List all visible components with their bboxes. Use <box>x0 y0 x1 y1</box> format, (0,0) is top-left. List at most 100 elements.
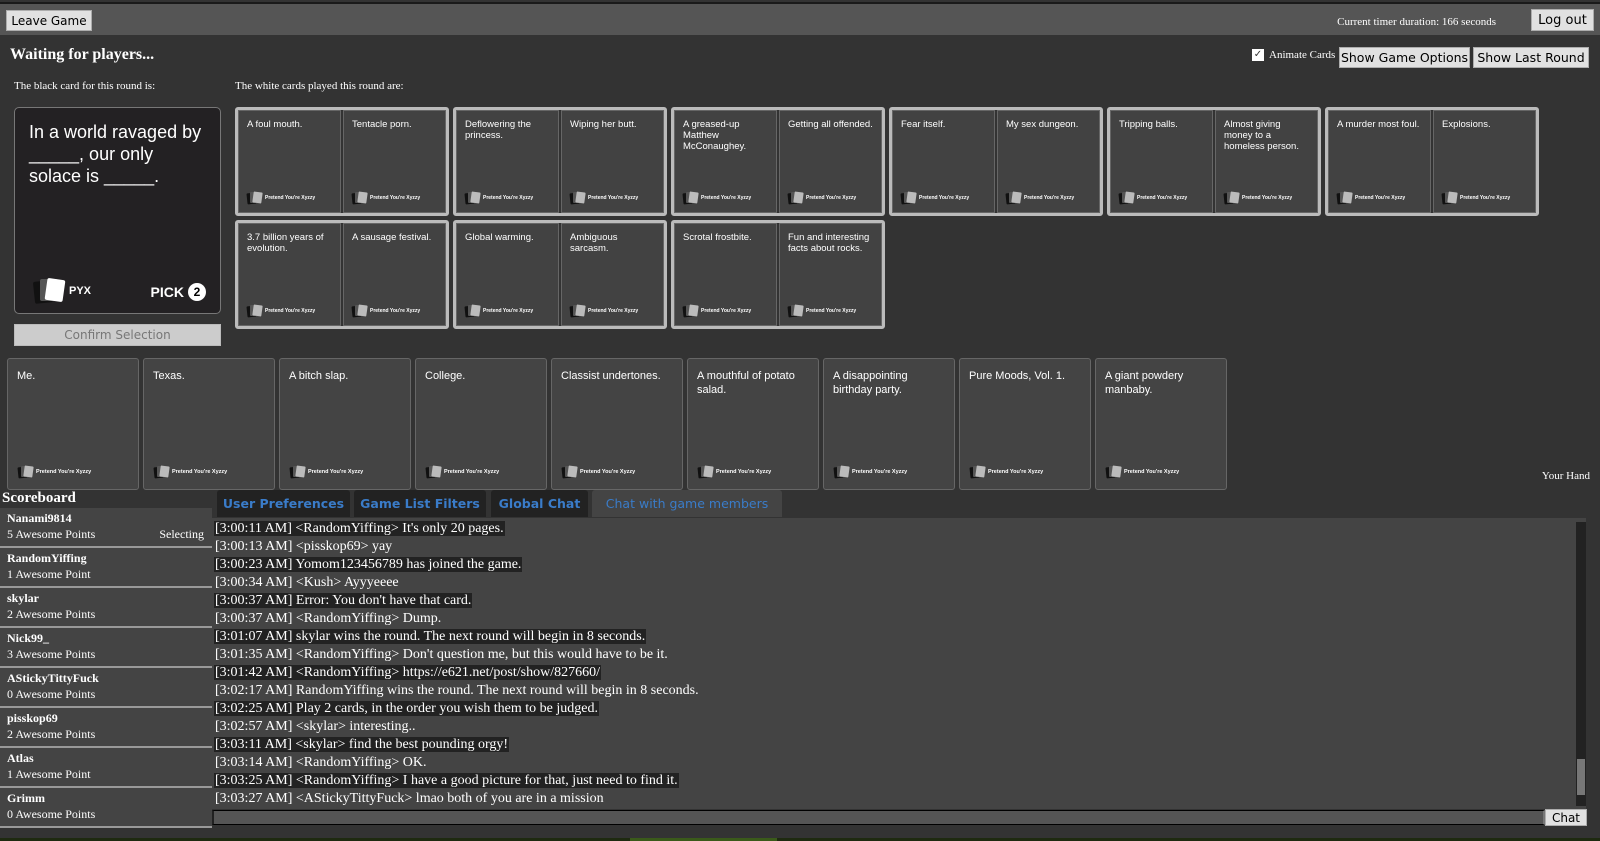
played-white-card[interactable]: A murder most foul. Pretend You're Xyzzy <box>1328 110 1431 213</box>
player-name: Nick99_ <box>7 631 49 645</box>
chat-scrollbar[interactable] <box>1576 522 1586 806</box>
card-footer: Pretend You're Xyzzy <box>787 304 856 318</box>
card-footer-text: Pretend You're Xyzzy <box>1460 194 1511 201</box>
hand-card[interactable]: A disappointing birthday party. Pretend Y… <box>823 358 955 490</box>
card-footer: Pretend You're Xyzzy <box>1005 191 1074 205</box>
hand-card[interactable]: Me. Pretend You're Xyzzy <box>7 358 139 490</box>
card-footer: Pretend You're Xyzzy <box>289 465 363 479</box>
played-card-group[interactable]: Global warming. Pretend You're Xyzzy Ambig… <box>453 220 667 329</box>
played-white-card[interactable]: Getting all offended. Pretend You're Xyzz… <box>779 110 882 213</box>
card-deck-icon <box>1441 191 1458 205</box>
chat-message-text: [3:01:42 AM] <RandomYiffing> https://e62… <box>214 665 601 680</box>
show-game-options-button[interactable]: Show Game Options <box>1339 47 1470 68</box>
brand-label: PYX <box>69 285 92 297</box>
played-white-card[interactable]: A greased-up Matthew McConaughey. Pretend… <box>674 110 777 213</box>
hand-card[interactable]: A giant powdery manbaby. Pretend You're X… <box>1095 358 1227 490</box>
leave-game-button[interactable]: Leave Game <box>6 10 92 31</box>
chat-message: [3:03:11 AM] <skylar> find the best poun… <box>212 736 1586 754</box>
pyx-logo: PYX <box>32 277 92 304</box>
played-white-card[interactable]: Global warming. Pretend You're Xyzzy <box>456 223 559 326</box>
played-white-card[interactable]: Almost giving money to a homeless person… <box>1215 110 1318 213</box>
played-white-card[interactable]: Tentacle porn. Pretend You're Xyzzy <box>343 110 446 213</box>
played-card-group[interactable]: 3.7 billion years of evolution. Pretend Y… <box>235 220 449 329</box>
played-white-card[interactable]: Deflowering the princess. Pretend You're … <box>456 110 559 213</box>
logout-button[interactable]: Log out <box>1531 9 1594 31</box>
hand-card[interactable]: Texas. Pretend You're Xyzzy <box>143 358 275 490</box>
chat-message-text: [3:03:14 AM] <RandomYiffing> OK. <box>215 755 427 770</box>
card-deck-icon <box>32 277 66 304</box>
played-white-card[interactable]: A sausage festival. Pretend You're Xyzzy <box>343 223 446 326</box>
card-text: Wiping her butt. <box>570 119 637 130</box>
player-points: 1 Awesome Point <box>7 767 91 781</box>
card-deck-icon <box>569 191 586 205</box>
player-name: pisskop69 <box>7 711 58 725</box>
card-text: Tripping balls. <box>1119 119 1178 130</box>
card-deck-icon <box>569 304 586 318</box>
chat-message-text: [3:00:23 AM] Yomom123456789 has joined t… <box>214 557 523 572</box>
card-footer-text: Pretend You're Xyzzy <box>988 469 1044 475</box>
hand-card[interactable]: College. Pretend You're Xyzzy <box>415 358 547 490</box>
chat-message: [3:00:23 AM] Yomom123456789 has joined t… <box>212 556 1586 574</box>
scoreboard-row: skylar 2 Awesome Points <box>0 588 212 628</box>
chat-message: [3:02:25 AM] Play 2 cards, in the order … <box>212 700 1586 718</box>
tab-game-list-filters[interactable]: Game List Filters <box>354 490 486 517</box>
card-deck-icon <box>153 465 170 479</box>
card-deck-icon <box>900 191 917 205</box>
card-deck-icon <box>1336 191 1353 205</box>
chat-message: [3:01:07 AM] skylar wins the round. The … <box>212 628 1586 646</box>
chat-message-text: [3:03:11 AM] <skylar> find the best poun… <box>214 737 510 752</box>
played-card-group[interactable]: Deflowering the princess. Pretend You're … <box>453 107 667 216</box>
scoreboard-row: Grimm 0 Awesome Points <box>0 788 212 828</box>
card-footer-text: Pretend You're Xyzzy <box>265 194 316 201</box>
chat-message: [3:01:42 AM] <RandomYiffing> https://e62… <box>212 664 1586 682</box>
checkbox-icon[interactable]: ✓ <box>1252 49 1264 61</box>
played-white-card[interactable]: 3.7 billion years of evolution. Pretend Y… <box>238 223 341 326</box>
played-card-group[interactable]: A foul mouth. Pretend You're Xyzzy Tentacl… <box>235 107 449 216</box>
card-footer: Pretend You're Xyzzy <box>153 465 227 479</box>
played-white-card[interactable]: Tripping balls. Pretend You're Xyzzy <box>1110 110 1213 213</box>
chat-send-button[interactable]: Chat <box>1545 809 1587 826</box>
played-white-card[interactable]: Fun and interesting facts about rocks. Pr… <box>779 223 882 326</box>
confirm-selection-button[interactable]: Confirm Selection <box>14 324 221 346</box>
played-white-card[interactable]: Wiping her butt. Pretend You're Xyzzy <box>561 110 664 213</box>
played-card-group[interactable]: A greased-up Matthew McConaughey. Pretend… <box>671 107 885 216</box>
tab-global-chat[interactable]: Global Chat <box>491 490 588 517</box>
card-text: Explosions. <box>1442 119 1491 130</box>
player-name: AStickyTittyFuck <box>7 671 99 685</box>
card-text: A greased-up Matthew McConaughey. <box>683 119 747 152</box>
card-footer: Pretend You're Xyzzy <box>900 191 970 205</box>
played-white-card[interactable]: Ambiguous sarcasm. Pretend You're Xyzzy <box>561 223 664 326</box>
chat-message: [3:03:14 AM] <RandomYiffing> OK. <box>212 754 1586 772</box>
played-card-group[interactable]: Fear itself. Pretend You're Xyzzy My sex d… <box>889 107 1103 216</box>
played-white-card[interactable]: Fear itself. Pretend You're Xyzzy <box>892 110 995 213</box>
card-text: My sex dungeon. <box>1006 119 1079 130</box>
played-card-group[interactable]: Scrotal frostbite. Pretend You're Xyzzy Fu… <box>671 220 885 329</box>
hand-card[interactable]: Classist undertones. Pretend You're Xyzzy <box>551 358 683 490</box>
scrollbar-thumb[interactable] <box>1577 759 1585 795</box>
animate-cards-label: Animate Cards <box>1269 49 1336 61</box>
card-footer-text: Pretend You're Xyzzy <box>919 194 970 201</box>
card-deck-icon <box>246 304 263 318</box>
show-last-round-button[interactable]: Show Last Round <box>1473 47 1589 68</box>
played-card-group[interactable]: A murder most foul. Pretend You're Xyzzy E… <box>1325 107 1539 216</box>
card-footer: Pretend You're Xyzzy <box>682 304 751 318</box>
tab-user-preferences[interactable]: User Preferences <box>217 490 350 517</box>
chat-message: [3:00:13 AM] <pisskop69> yay <box>212 538 1586 556</box>
card-footer-text: Pretend You're Xyzzy <box>716 469 772 475</box>
hand-card[interactable]: Pure Moods, Vol. 1. Pretend You're Xyzzy <box>959 358 1091 490</box>
card-deck-icon <box>697 465 714 479</box>
played-white-card[interactable]: My sex dungeon. Pretend You're Xyzzy <box>997 110 1100 213</box>
tab-chat-with-game-members[interactable]: Chat with game members <box>592 490 782 517</box>
played-white-card[interactable]: A foul mouth. Pretend You're Xyzzy <box>238 110 341 213</box>
card-text: Global warming. <box>465 232 534 243</box>
chat-input[interactable] <box>212 810 1545 825</box>
hand-card[interactable]: A bitch slap. Pretend You're Xyzzy <box>279 358 411 490</box>
hand-card[interactable]: A mouthful of potato salad. Pretend You'r… <box>687 358 819 490</box>
card-footer-text: Pretend You're Xyzzy <box>588 194 639 201</box>
animate-cards-toggle[interactable]: ✓ Animate Cards <box>1252 49 1335 61</box>
played-card-group[interactable]: Tripping balls. Pretend You're Xyzzy Almos… <box>1107 107 1321 216</box>
played-white-card[interactable]: Explosions. Pretend You're Xyzzy <box>1433 110 1536 213</box>
played-white-card[interactable]: Scrotal frostbite. Pretend You're Xyzzy <box>674 223 777 326</box>
card-footer: Pretend You're Xyzzy <box>1223 191 1292 205</box>
chat-message-text: [3:03:27 AM] <AStickyTittyFuck> lmao bot… <box>215 791 604 806</box>
